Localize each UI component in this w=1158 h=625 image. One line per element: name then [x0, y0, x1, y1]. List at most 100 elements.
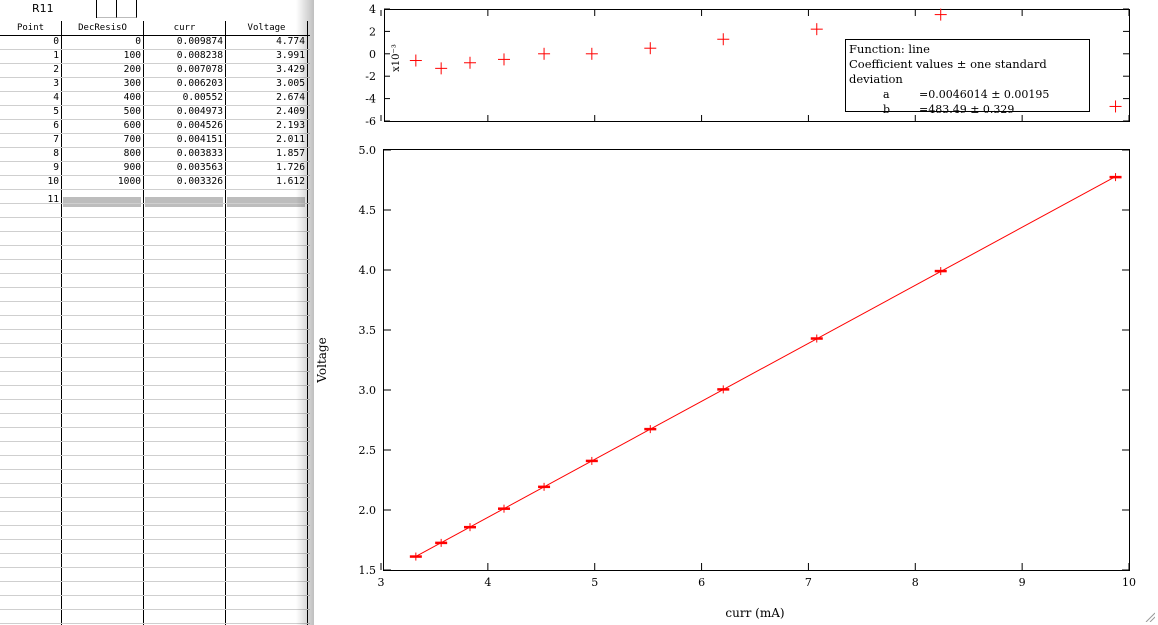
- table-cell[interactable]: 3.005: [226, 77, 305, 91]
- row-divider: [0, 441, 310, 442]
- x-tick-label: 9: [1019, 576, 1026, 589]
- table-cell[interactable]: 2.011: [226, 133, 305, 147]
- column-header-decresis[interactable]: DecResisO: [62, 21, 143, 35]
- table-cell[interactable]: 2.674: [226, 91, 305, 105]
- row-divider: [0, 77, 310, 78]
- residual-point: [409, 54, 422, 67]
- table-cell[interactable]: 6: [0, 119, 59, 133]
- table-cell[interactable]: 0.008238: [144, 49, 223, 63]
- residual-y-tick-label: -4: [365, 93, 376, 106]
- x-tick-label: 10: [1122, 576, 1136, 589]
- table-cell[interactable]: 0.003326: [144, 175, 223, 189]
- table-cell[interactable]: 0.007078: [144, 63, 223, 77]
- residual-point: [585, 47, 598, 60]
- cell-reference-bar: R11: [0, 0, 314, 19]
- table-cell[interactable]: 0.003833: [144, 147, 223, 161]
- column-header-curr[interactable]: curr: [144, 21, 225, 35]
- x-tick-label: 7: [805, 576, 812, 589]
- table-cell[interactable]: 800: [62, 147, 141, 161]
- table-cell[interactable]: 200: [62, 63, 141, 77]
- table-cell[interactable]: 2: [0, 63, 59, 77]
- row-divider: [0, 385, 310, 386]
- coefficient-row-a: a =0.0046014 ± 0.00195: [849, 87, 1086, 102]
- column-header-point[interactable]: Point: [0, 21, 61, 35]
- graph-window[interactable]: -6 -4 -2 0 2 4 x10⁻³ 1.5 2.0 2.5 3.0 3.5 4.0 4.5 5.0…: [314, 0, 1158, 625]
- row-divider: [0, 203, 310, 204]
- table-cell[interactable]: 1.612: [226, 175, 305, 189]
- cell-bar-button[interactable]: [97, 0, 117, 18]
- row-divider: [0, 371, 310, 372]
- table-cell[interactable]: 4.774: [226, 35, 305, 49]
- data-table[interactable]: Point DecResisO curr Voltage 0 0 0.009874 4…: [0, 21, 314, 625]
- y-tick-label: 4.5: [359, 204, 377, 217]
- resize-grip-icon[interactable]: [1145, 612, 1155, 622]
- table-cell[interactable]: 5: [0, 105, 59, 119]
- table-cell[interactable]: 600: [62, 119, 141, 133]
- table-cell[interactable]: 0.003563: [144, 161, 223, 175]
- table-cell[interactable]: 0.004526: [144, 119, 223, 133]
- row-divider: [0, 623, 310, 624]
- curve-fit-info-box[interactable]: Function: line Coefficient values ± one …: [845, 39, 1090, 116]
- table-cell[interactable]: 0.004151: [144, 133, 223, 147]
- table-cell[interactable]: 1000: [62, 175, 141, 189]
- column-header-voltage[interactable]: Voltage: [226, 21, 307, 35]
- coefficient-name: a: [883, 88, 890, 101]
- coefficient-value: =0.0046014 ± 0.00195: [919, 88, 1050, 101]
- empty-cell[interactable]: [227, 197, 305, 207]
- table-cell[interactable]: 900: [62, 161, 141, 175]
- table-cell[interactable]: 100: [62, 49, 141, 63]
- table-cell[interactable]: 1.726: [226, 161, 305, 175]
- row-divider: [0, 63, 310, 64]
- cell-bar-button[interactable]: [117, 0, 137, 18]
- residual-y-tick-label: 4: [369, 3, 376, 16]
- fit-function-text: Function: line: [849, 42, 930, 56]
- table-cell[interactable]: 0: [0, 35, 59, 49]
- row-divider: [0, 455, 310, 456]
- y-tick-label: 2.0: [359, 504, 377, 517]
- y-tick-label: 3.0: [359, 384, 377, 397]
- table-cell[interactable]: 700: [62, 133, 141, 147]
- column-divider: [61, 21, 62, 625]
- table-cell[interactable]: 10: [0, 175, 59, 189]
- table-cell[interactable]: 9: [0, 161, 59, 175]
- table-cell[interactable]: 1: [0, 49, 59, 63]
- row-divider: [0, 175, 310, 176]
- residual-y-tick-label: 0: [369, 48, 376, 61]
- table-cell[interactable]: 1.857: [226, 147, 305, 161]
- table-cell[interactable]: 3.991: [226, 49, 305, 63]
- row-divider: [0, 133, 310, 134]
- table-cell[interactable]: 2.409: [226, 105, 305, 119]
- table-cell[interactable]: 500: [62, 105, 141, 119]
- table-cell[interactable]: 8: [0, 147, 59, 161]
- table-cell[interactable]: 0: [62, 35, 141, 49]
- y-tick-label: 4.0: [359, 264, 377, 277]
- row-divider: [0, 301, 310, 302]
- y-axis-label: Voltage: [315, 337, 329, 383]
- table-cell[interactable]: 2.193: [226, 119, 305, 133]
- residual-y-tick-label: 2: [369, 25, 376, 38]
- residual-point: [934, 8, 947, 21]
- row-divider: [0, 119, 310, 120]
- residual-point: [538, 47, 551, 60]
- table-cell[interactable]: 7: [0, 133, 59, 147]
- row-divider: [0, 161, 310, 162]
- residual-point: [435, 62, 448, 75]
- table-cell[interactable]: 3: [0, 77, 59, 91]
- table-cell[interactable]: 300: [62, 77, 141, 91]
- table-cell[interactable]: 0.006203: [144, 77, 223, 91]
- empty-cell[interactable]: [63, 197, 141, 207]
- residual-point: [717, 33, 730, 46]
- fit-line: [415, 176, 1116, 557]
- table-cell[interactable]: 0.009874: [144, 35, 223, 49]
- row-divider: [0, 427, 310, 428]
- table-cell[interactable]: 400: [62, 91, 141, 105]
- table-cell[interactable]: 0.00552: [144, 91, 223, 105]
- table-cell[interactable]: 4: [0, 91, 59, 105]
- table-cell[interactable]: 3.429: [226, 63, 305, 77]
- empty-cell[interactable]: [145, 197, 223, 207]
- cell-name-field[interactable]: R11: [0, 0, 97, 18]
- residual-point: [810, 23, 823, 36]
- table-cell[interactable]: 0.004973: [144, 105, 223, 119]
- residual-y-tick-label: -2: [365, 70, 376, 83]
- x-tick-label: 5: [591, 576, 598, 589]
